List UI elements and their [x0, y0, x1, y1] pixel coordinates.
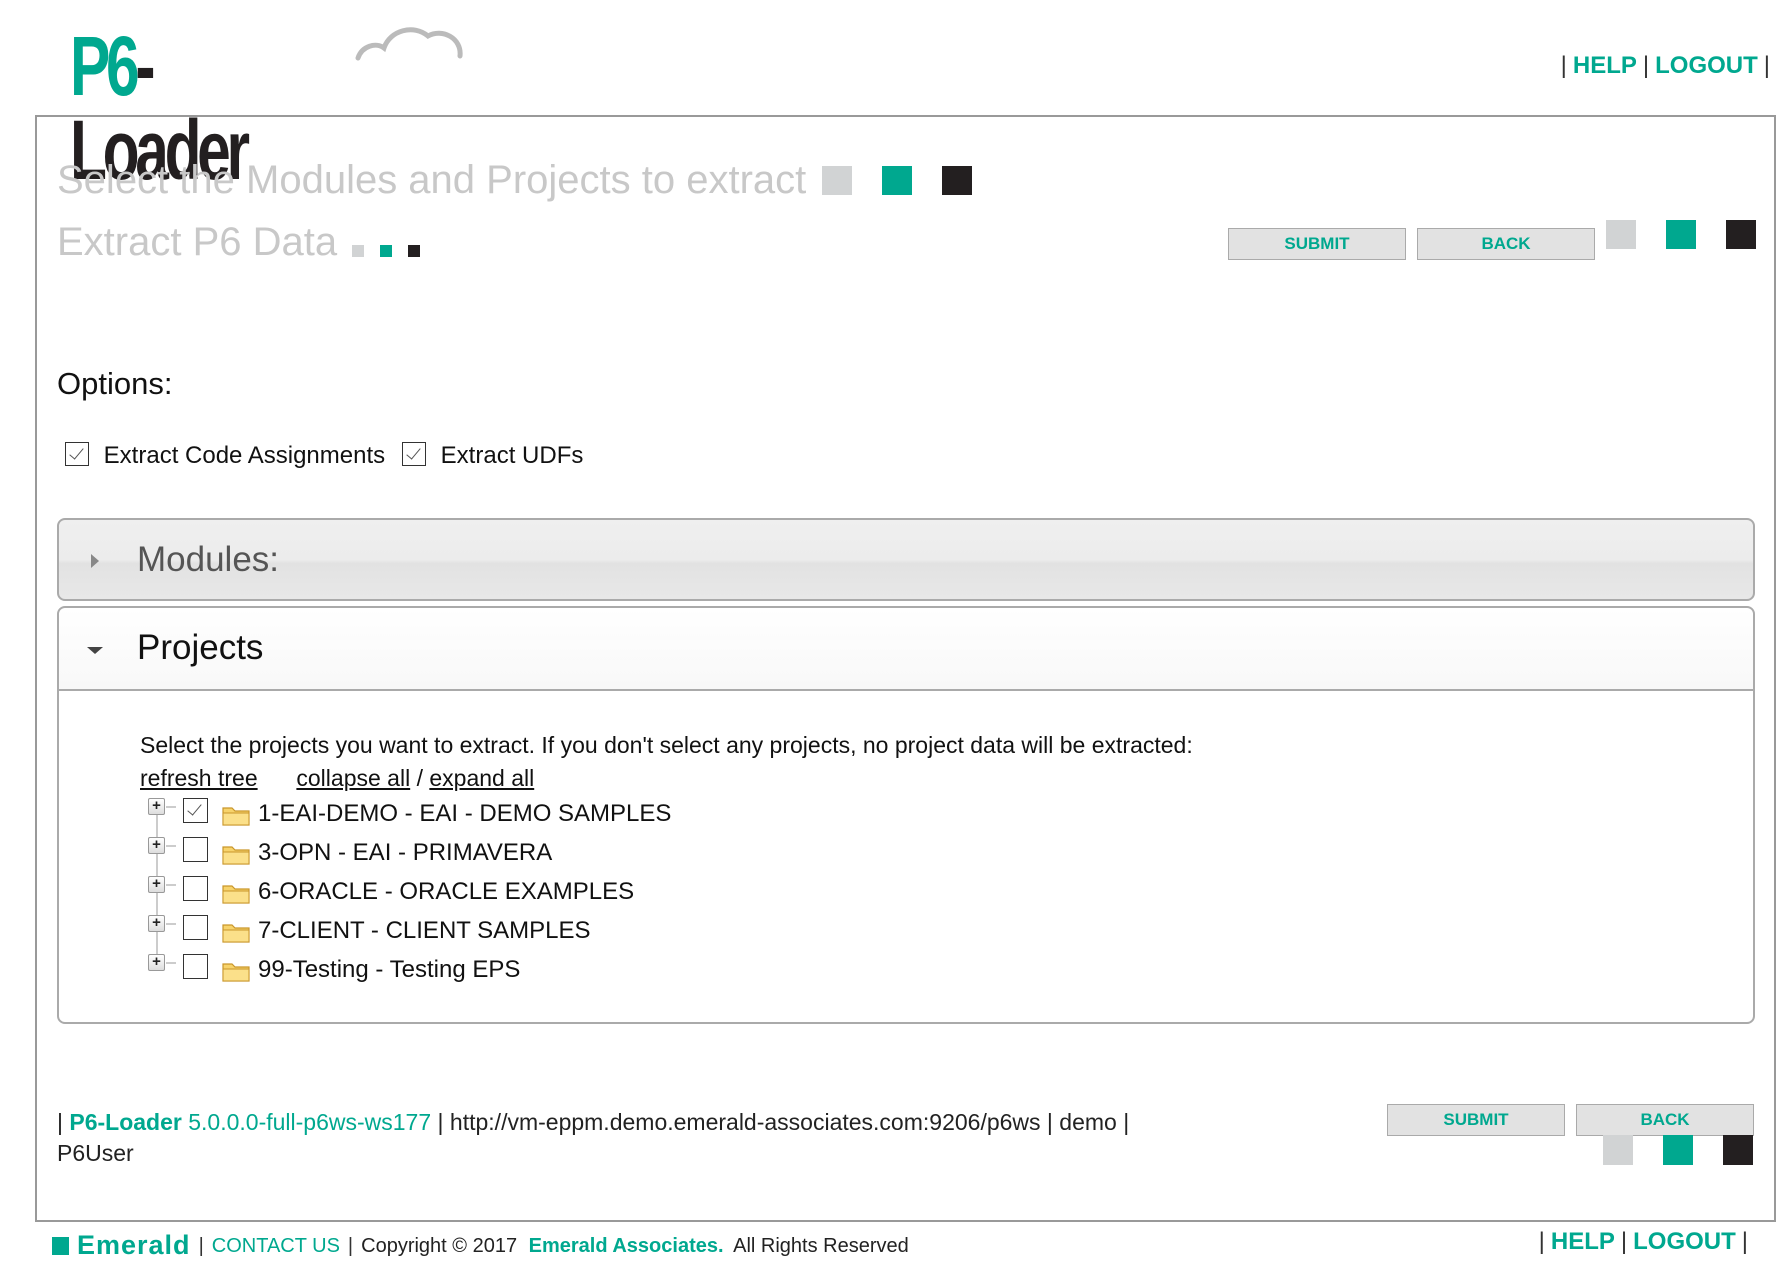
- projects-panel-title: Projects: [137, 628, 264, 667]
- submit-button-bottom[interactable]: SUBMIT: [1387, 1104, 1565, 1136]
- page-title: Select the Modules and Projects to extra…: [57, 158, 807, 202]
- option-extract-udfs[interactable]: Extract UDFs: [402, 442, 583, 470]
- options-heading: Options:: [57, 366, 173, 401]
- project-label[interactable]: 99-Testing - Testing EPS: [258, 956, 520, 984]
- decor-square-green: [1666, 220, 1696, 249]
- contact-us-link[interactable]: CONTACT US: [212, 1235, 340, 1257]
- collapse-all-link[interactable]: collapse all: [296, 765, 410, 791]
- expand-all-link[interactable]: expand all: [429, 765, 534, 791]
- modules-panel-title: Modules:: [137, 540, 280, 579]
- project-label[interactable]: 3-OPN - EAI - PRIMAVERA: [258, 839, 552, 867]
- extract-code-assignments-checkbox[interactable]: [65, 442, 89, 466]
- expand-plus-icon[interactable]: +: [148, 915, 165, 932]
- footer-links: | HELP | LOGOUT |: [1538, 1228, 1748, 1255]
- header-links: | HELP | LOGOUT |: [1560, 52, 1770, 79]
- decor-square-gray: [822, 166, 852, 195]
- submit-button[interactable]: SUBMIT: [1228, 228, 1406, 260]
- projects-instructions: Select the projects you want to extract.…: [140, 732, 1193, 758]
- expand-arrow-icon[interactable]: [91, 554, 99, 568]
- decor-square-black: [408, 245, 420, 257]
- emerald-logo: Emerald: [52, 1230, 191, 1261]
- decor-square-green: [882, 166, 912, 195]
- modules-panel: Modules:: [57, 518, 1755, 601]
- logo-text-p6: P6: [70, 19, 140, 113]
- folder-icon: [222, 885, 250, 904]
- decor-square-green: [1663, 1135, 1693, 1165]
- modules-panel-header[interactable]: Modules:: [59, 520, 1753, 603]
- help-link[interactable]: HELP: [1573, 52, 1637, 79]
- refresh-tree-link[interactable]: refresh tree: [140, 765, 258, 791]
- logout-link-bottom[interactable]: LOGOUT: [1633, 1228, 1736, 1255]
- emerald-logo-mark: [52, 1237, 69, 1255]
- connection-info: | P6-Loader 5.0.0.0-full-p6ws-ws177 | ht…: [57, 1109, 1130, 1166]
- tree-controls: refresh tree collapse all / expand all: [140, 765, 535, 791]
- option-label: Extract UDFs: [440, 442, 584, 469]
- project-label[interactable]: 7-CLIENT - CLIENT SAMPLES: [258, 917, 591, 945]
- product-name: P6-Loader: [69, 1109, 182, 1135]
- folder-icon: [222, 807, 250, 826]
- option-extract-code-assignments[interactable]: Extract Code Assignments: [65, 442, 385, 470]
- collapse-arrow-icon[interactable]: [87, 647, 103, 654]
- decor-square-black: [1723, 1135, 1753, 1165]
- expand-plus-icon[interactable]: +: [148, 876, 165, 893]
- page-footer: Emerald | CONTACT US | Copyright © 2017 Emer…: [52, 1230, 909, 1261]
- extract-udfs-checkbox[interactable]: [402, 442, 426, 466]
- decor-square-gray: [1603, 1135, 1633, 1165]
- copyright-text: Copyright © 2017: [361, 1235, 518, 1257]
- p6-loader-logo: P6-Loader: [70, 18, 463, 192]
- expand-plus-icon[interactable]: +: [148, 837, 165, 854]
- option-label: Extract Code Assignments: [103, 442, 386, 469]
- project-label[interactable]: 6-ORACLE - ORACLE EXAMPLES: [258, 878, 634, 906]
- folder-icon: [222, 963, 250, 982]
- help-link-bottom[interactable]: HELP: [1551, 1228, 1615, 1255]
- rights-text: All Rights Reserved: [733, 1235, 909, 1257]
- project-checkbox[interactable]: [183, 798, 208, 823]
- company-name: Emerald Associates.: [528, 1235, 724, 1257]
- decor-square-gray: [1606, 220, 1636, 249]
- folder-icon: [222, 846, 250, 865]
- folder-icon: [222, 924, 250, 943]
- expand-plus-icon[interactable]: +: [148, 798, 165, 815]
- page-subtitle: Extract P6 Data: [57, 220, 338, 264]
- project-checkbox[interactable]: [183, 915, 208, 940]
- decor-square-black: [942, 166, 972, 195]
- user-name: P6User: [57, 1140, 134, 1166]
- logout-link[interactable]: LOGOUT: [1655, 52, 1758, 79]
- database-name: demo: [1059, 1109, 1117, 1135]
- decor-square-black: [1726, 220, 1756, 249]
- back-button[interactable]: BACK: [1417, 228, 1595, 260]
- cloud-icon: [355, 27, 463, 61]
- project-checkbox[interactable]: [183, 876, 208, 901]
- product-version: 5.0.0.0-full-p6ws-ws177: [188, 1109, 432, 1135]
- expand-plus-icon[interactable]: +: [148, 954, 165, 971]
- projects-panel-header[interactable]: Projects: [59, 608, 1753, 691]
- project-checkbox[interactable]: [183, 837, 208, 862]
- project-label[interactable]: 1-EAI-DEMO - EAI - DEMO SAMPLES: [258, 800, 671, 828]
- decor-square-gray: [352, 245, 364, 257]
- decor-square-green: [380, 245, 392, 257]
- project-checkbox[interactable]: [183, 954, 208, 979]
- back-button-bottom[interactable]: BACK: [1576, 1104, 1754, 1136]
- server-url: http://vm-eppm.demo.emerald-associates.c…: [449, 1109, 1041, 1135]
